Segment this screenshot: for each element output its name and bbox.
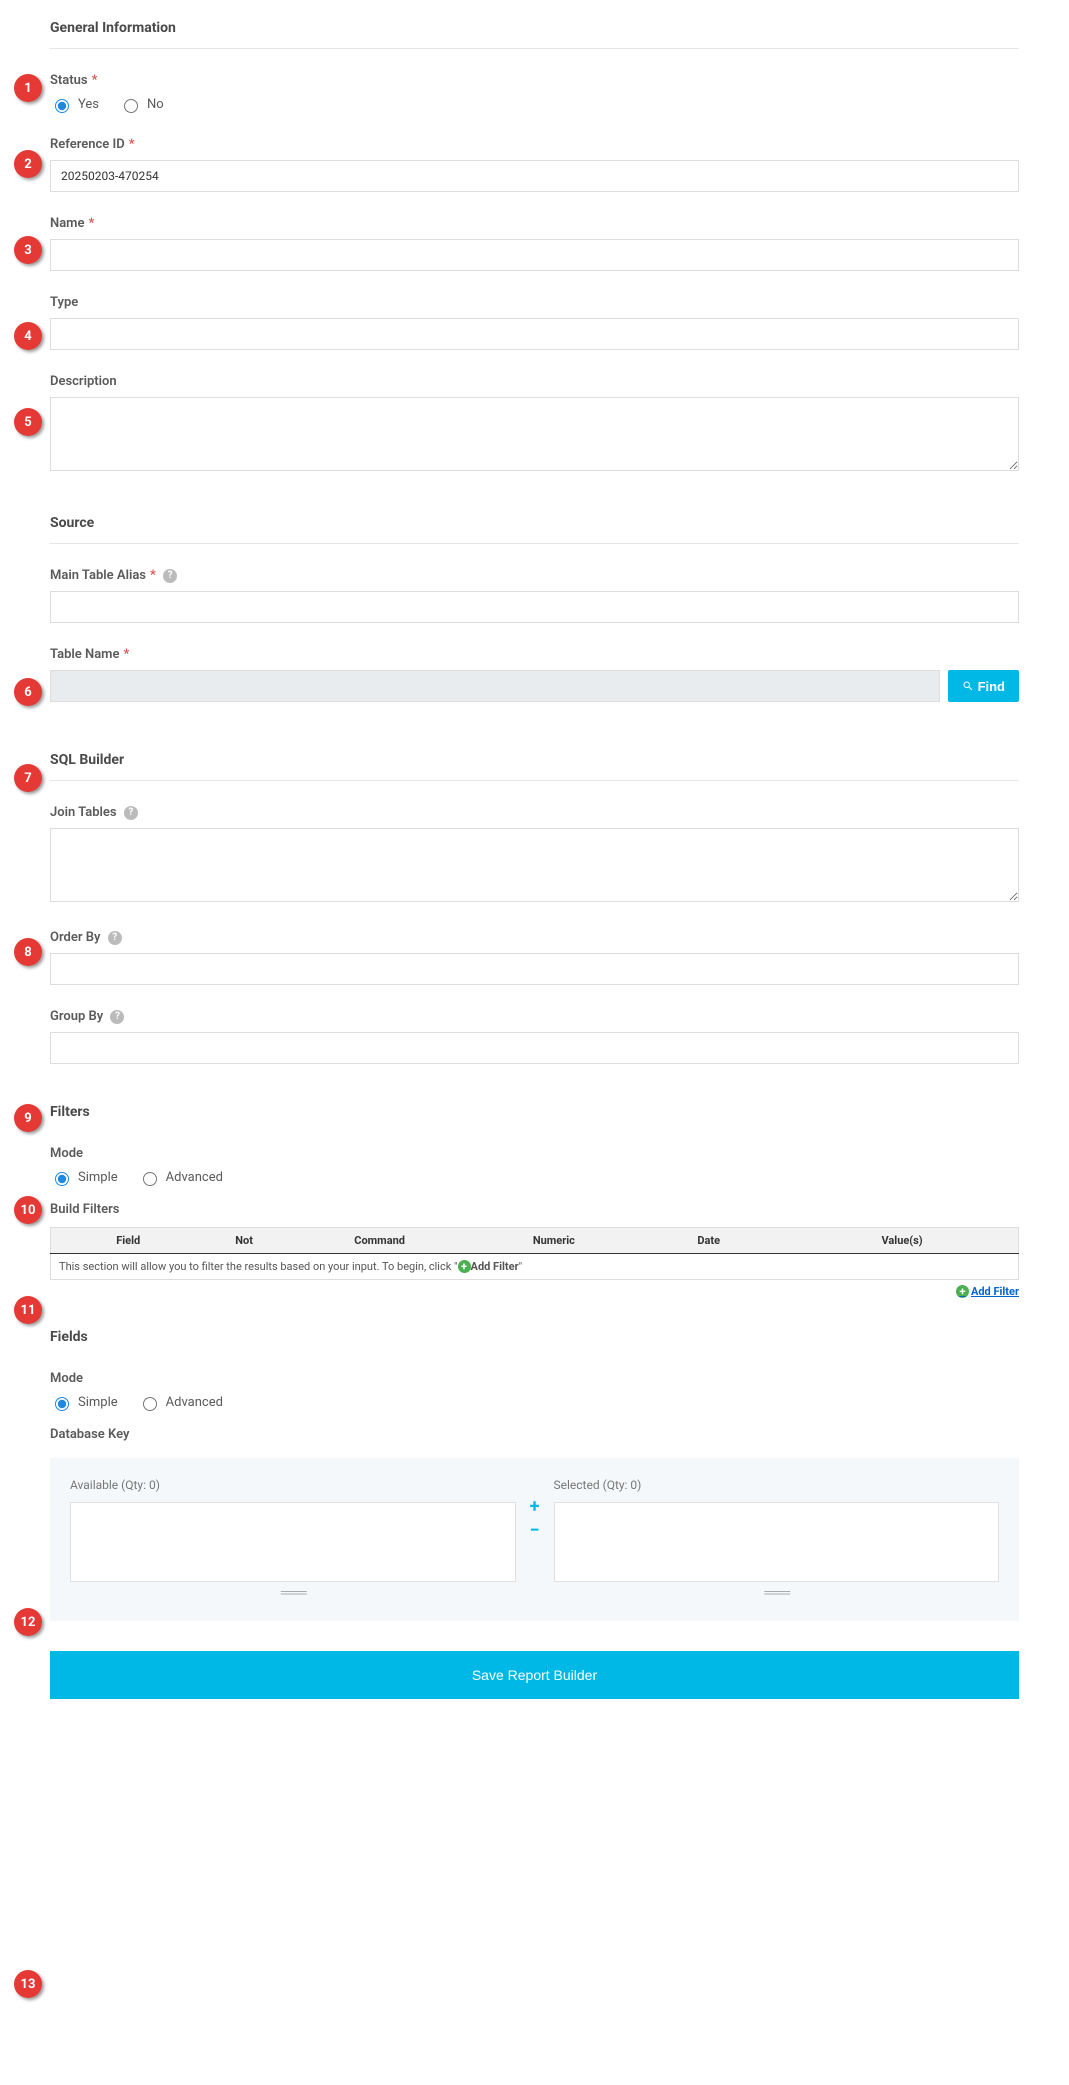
section-title-filters: Filters	[50, 1104, 1019, 1132]
database-key-label: Database Key	[50, 1427, 1019, 1442]
available-list[interactable]	[70, 1502, 516, 1582]
status-label: Status*	[50, 73, 1019, 88]
join-tables-label: Join Tables ?	[50, 805, 1019, 820]
add-selected-button[interactable]: +	[530, 1498, 540, 1516]
plus-icon: +	[458, 1260, 471, 1273]
available-label: Available (Qty: 0)	[70, 1478, 516, 1492]
table-name-input[interactable]	[50, 670, 940, 702]
status-yes-radio[interactable]	[55, 99, 69, 113]
fields-mode-label: Mode	[50, 1371, 1019, 1386]
name-label: Name*	[50, 216, 1019, 231]
refid-label: Reference ID*	[50, 137, 1019, 152]
find-button[interactable]: Find	[948, 670, 1019, 702]
save-report-builder-button[interactable]: Save Report Builder	[50, 1651, 1019, 1699]
drag-handle-icon[interactable]: ═══	[554, 1584, 1000, 1601]
help-icon[interactable]: ?	[163, 569, 177, 583]
annotation-marker: 10	[14, 1196, 42, 1224]
drag-handle-icon[interactable]: ═══	[70, 1584, 516, 1601]
help-icon[interactable]: ?	[108, 931, 122, 945]
col-date: Date	[631, 1228, 786, 1254]
section-title-general: General Information	[50, 20, 1019, 49]
description-textarea[interactable]	[50, 397, 1019, 471]
filters-mode-label: Mode	[50, 1146, 1019, 1161]
annotation-marker: 2	[14, 150, 42, 178]
filters-mode-advanced-radio[interactable]	[143, 1172, 157, 1186]
annotation-marker: 8	[14, 938, 42, 966]
section-title-source: Source	[50, 515, 1019, 544]
filters-mode-simple[interactable]: Simple	[50, 1169, 118, 1186]
search-icon	[962, 680, 974, 692]
fields-mode-advanced[interactable]: Advanced	[138, 1394, 223, 1411]
selected-label: Selected (Qty: 0)	[554, 1478, 1000, 1492]
join-tables-textarea[interactable]	[50, 828, 1019, 902]
annotation-marker: 1	[14, 74, 42, 102]
fields-mode-simple-radio[interactable]	[55, 1397, 69, 1411]
section-title-sql: SQL Builder	[50, 752, 1019, 781]
col-values: Value(s)	[786, 1228, 1018, 1254]
refid-input[interactable]	[50, 160, 1019, 192]
filters-mode-advanced[interactable]: Advanced	[138, 1169, 223, 1186]
name-input[interactable]	[50, 239, 1019, 271]
orderby-label: Order By ?	[50, 930, 1019, 945]
annotation-marker: 4	[14, 322, 42, 350]
status-yes-text: Yes	[78, 97, 99, 112]
col-not: Not	[205, 1228, 282, 1254]
main-table-alias-label: Main Table Alias* ?	[50, 568, 1019, 583]
build-filters-label: Build Filters	[50, 1202, 1019, 1217]
annotation-marker: 5	[14, 408, 42, 436]
remove-selected-button[interactable]: −	[530, 1522, 540, 1540]
selected-list[interactable]	[554, 1502, 1000, 1582]
find-button-label: Find	[978, 679, 1005, 694]
col-command: Command	[283, 1228, 477, 1254]
col-field: Field	[51, 1228, 206, 1254]
section-title-fields: Fields	[50, 1329, 1019, 1357]
status-no-text: No	[147, 97, 164, 112]
description-label: Description	[50, 374, 1019, 389]
col-numeric: Numeric	[476, 1228, 631, 1254]
main-table-alias-input[interactable]	[50, 591, 1019, 623]
annotation-marker: 3	[14, 236, 42, 264]
type-input[interactable]	[50, 318, 1019, 350]
filters-table: Field Not Command Numeric Date Value(s) …	[50, 1227, 1019, 1280]
annotation-marker: 11	[14, 1296, 42, 1324]
annotation-marker: 6	[14, 678, 42, 706]
annotation-marker: 9	[14, 1104, 42, 1132]
plus-icon: +	[956, 1285, 969, 1298]
groupby-label: Group By ?	[50, 1009, 1019, 1024]
database-key-panel: Available (Qty: 0) ═══ + − Selected (Qty…	[50, 1458, 1019, 1621]
add-filter-link[interactable]: + Add Filter	[956, 1285, 1019, 1298]
help-icon[interactable]: ?	[110, 1010, 124, 1024]
help-icon[interactable]: ?	[124, 806, 138, 820]
status-no-radio[interactable]	[124, 99, 138, 113]
orderby-input[interactable]	[50, 953, 1019, 985]
type-label: Type	[50, 295, 1019, 310]
status-yes-option[interactable]: Yes	[50, 96, 99, 113]
annotation-marker: 12	[14, 1608, 42, 1636]
filters-empty-row: This section will allow you to filter th…	[51, 1254, 1019, 1280]
table-name-label: Table Name*	[50, 647, 1019, 662]
status-no-option[interactable]: No	[119, 96, 164, 113]
fields-mode-advanced-radio[interactable]	[143, 1397, 157, 1411]
groupby-input[interactable]	[50, 1032, 1019, 1064]
fields-mode-simple[interactable]: Simple	[50, 1394, 118, 1411]
filters-mode-simple-radio[interactable]	[55, 1172, 69, 1186]
annotation-marker: 7	[14, 764, 42, 792]
annotation-marker: 13	[14, 1970, 42, 1998]
